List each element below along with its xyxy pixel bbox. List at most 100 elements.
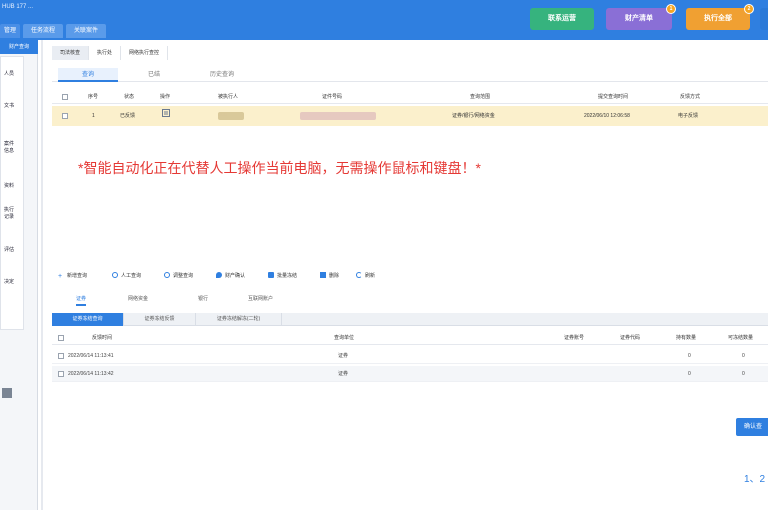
- asset-list-button[interactable]: 财产清单 1: [606, 4, 676, 30]
- row-query-unit: 证券: [338, 371, 349, 377]
- table-row[interactable]: 1 已反馈 ■■■ ■■■■■■■■■■■■■■■■ 证券/银行/网络资金 20…: [52, 106, 768, 126]
- execute-all-badge: 2: [744, 4, 754, 14]
- row-freezable: 0: [742, 371, 745, 377]
- batch-freeze-button[interactable]: 批量冻结: [268, 270, 297, 282]
- row-submit-time: 2022/06/10 12:06:58: [584, 113, 630, 119]
- delete-button[interactable]: 删除: [320, 270, 339, 282]
- execute-all-button[interactable]: 执行全部 2: [686, 4, 754, 30]
- adjust-query-button[interactable]: 调整查询: [164, 270, 193, 282]
- contact-button-label: 联系运营: [548, 15, 576, 22]
- securities-subtabs: 证券冻结查询 证券冻结反馈 证券冻结解冻(二轮): [52, 313, 768, 326]
- col-executed-person: 被执行人: [218, 94, 239, 100]
- row-executed-person: ■■■: [218, 112, 244, 120]
- trash-icon: [320, 272, 326, 278]
- tab-internet-account[interactable]: 互联网账户: [248, 292, 273, 306]
- header-tab-2[interactable]: 任务流程: [23, 24, 64, 38]
- tab-closed[interactable]: 已结: [124, 68, 184, 82]
- sidebar-list: 人员 文书 案件 信息 资料 执行 记录 评估 决定: [0, 56, 24, 330]
- header-edge-button[interactable]: [760, 8, 768, 30]
- row-id-number: ■■■■■■■■■■■■■■■■: [300, 112, 376, 120]
- col-index: 序号: [88, 94, 99, 100]
- sidebar-collapse-handle[interactable]: [2, 388, 12, 398]
- asset-list-button-label: 财产清单: [625, 15, 653, 22]
- row-status: 已反馈: [120, 113, 136, 119]
- refresh-icon: [356, 272, 362, 278]
- breadcrumb-tab-3[interactable]: 网络执行查控: [121, 46, 169, 60]
- table-row[interactable]: 2022/06/14 11:13:41 证券 0 0: [52, 348, 768, 364]
- row-freezable: 0: [742, 353, 745, 359]
- row-executed-person-text: ■■■: [218, 112, 228, 118]
- col-freezable: 可冻结数量: [728, 335, 754, 341]
- tab-securities[interactable]: 证券: [76, 292, 87, 306]
- pin-icon: [216, 272, 222, 278]
- row-feedback-mode: 电子反馈: [678, 113, 699, 119]
- contact-button[interactable]: 联系运营: [530, 8, 594, 30]
- breadcrumb: 司法核查 执行处 网络执行查控: [52, 46, 768, 60]
- confirm-query-button[interactable]: 确认查: [736, 418, 768, 436]
- panel-divider[interactable]: [41, 40, 43, 510]
- delete-label: 删除: [329, 273, 340, 279]
- add-query-button[interactable]: + 新增查询: [58, 270, 87, 282]
- table-row[interactable]: 2022/06/14 11:13:42 证券 0 0: [52, 366, 768, 382]
- app-header: HUB 177 ... 管理 任务流程 关联案件 联系运营 财产清单 1 执行全部…: [0, 0, 768, 40]
- sidebar-item-materials[interactable]: 资料: [4, 183, 24, 190]
- header-tabs: 管理 任务流程 关联案件: [0, 24, 107, 38]
- tab-online-funds[interactable]: 网络资金: [128, 292, 148, 306]
- search-adjust-icon: [164, 272, 170, 278]
- refresh-button[interactable]: 刷新: [356, 270, 375, 282]
- col-id-number: 证件号码: [322, 94, 343, 100]
- col-scope: 查询范围: [470, 94, 491, 100]
- tab-bank[interactable]: 银行: [198, 292, 208, 306]
- row-quantity: 0: [688, 353, 691, 359]
- automation-notice: *智能自动化正在代替人工操作当前电脑，无需操作鼠标和键盘！*: [78, 160, 481, 176]
- pagination[interactable]: 1、2: [744, 470, 765, 485]
- header-tab-1[interactable]: 管理: [0, 24, 21, 38]
- sidebar-item-records[interactable]: 执行 记录: [4, 207, 24, 221]
- row-index: 1: [92, 113, 95, 119]
- row-feedback-time: 2022/06/14 11:13:41: [68, 353, 114, 359]
- col-submit-time: 提交查询时间: [598, 94, 629, 100]
- execute-all-button-label: 执行全部: [704, 15, 732, 22]
- query-table-header: 序号 状态 操作 被执行人 证件号码 查询范围 提交查询时间 反馈方式: [52, 90, 768, 104]
- row-checkbox[interactable]: [58, 353, 64, 359]
- plus-icon: +: [58, 273, 63, 280]
- sidebar-item-case-info[interactable]: 案件 信息: [4, 141, 24, 155]
- securities-table-header: 反馈时间 查询单位 证券账号 证券代码 持有数量 可冻结数量: [52, 331, 768, 345]
- row-query-unit: 证券: [338, 353, 349, 359]
- adjust-query-label: 调整查询: [173, 273, 194, 279]
- tab-freeze-query[interactable]: 证券冻结查询: [52, 313, 124, 326]
- row-action-icon[interactable]: [162, 106, 170, 126]
- securities-select-all[interactable]: [58, 335, 64, 341]
- col-status: 状态: [124, 94, 135, 100]
- col-feedback-mode: 反馈方式: [680, 94, 701, 100]
- query-tabs: 查询 已结 历史查询: [52, 66, 768, 82]
- add-query-label: 新增查询: [67, 273, 88, 279]
- batch-freeze-label: 批量冻结: [277, 273, 298, 279]
- col-query-unit: 查询单位: [334, 335, 355, 341]
- sidebar: 财产查询 人员 文书 案件 信息 资料 执行 记录 评估 决定: [0, 40, 38, 510]
- lock-icon: [268, 272, 274, 278]
- sidebar-active-item[interactable]: 财产查询: [0, 40, 38, 54]
- row-id-number-text: ■■■■■■■■■■■■■■■■: [300, 112, 349, 118]
- row-checkbox[interactable]: [58, 371, 64, 377]
- sidebar-item-decision[interactable]: 决定: [4, 279, 24, 286]
- breadcrumb-tab-2[interactable]: 执行处: [89, 46, 122, 60]
- tab-query[interactable]: 查询: [58, 68, 118, 82]
- search-icon: [112, 272, 118, 278]
- row-checkbox[interactable]: [62, 113, 68, 119]
- asset-confirm-label: 财产确认: [225, 273, 246, 279]
- app-title: HUB 177 ...: [2, 4, 34, 10]
- row-quantity: 0: [688, 371, 691, 377]
- sidebar-item-people[interactable]: 人员: [4, 71, 24, 78]
- tab-freeze-unfreeze[interactable]: 证券冻结解冻(二轮): [196, 313, 282, 326]
- tab-history[interactable]: 历史查询: [192, 68, 252, 82]
- manual-query-button[interactable]: 人工查询: [112, 270, 141, 282]
- sidebar-item-documents[interactable]: 文书: [4, 103, 24, 110]
- refresh-label: 刷新: [365, 273, 376, 279]
- asset-confirm-button[interactable]: 财产确认: [216, 270, 245, 282]
- select-all-checkbox[interactable]: [62, 94, 68, 100]
- header-tab-3[interactable]: 关联案件: [66, 24, 107, 38]
- sidebar-item-assessment[interactable]: 评估: [4, 247, 24, 254]
- breadcrumb-tab-1[interactable]: 司法核查: [52, 46, 90, 60]
- tab-freeze-feedback[interactable]: 证券冻结反馈: [124, 313, 196, 326]
